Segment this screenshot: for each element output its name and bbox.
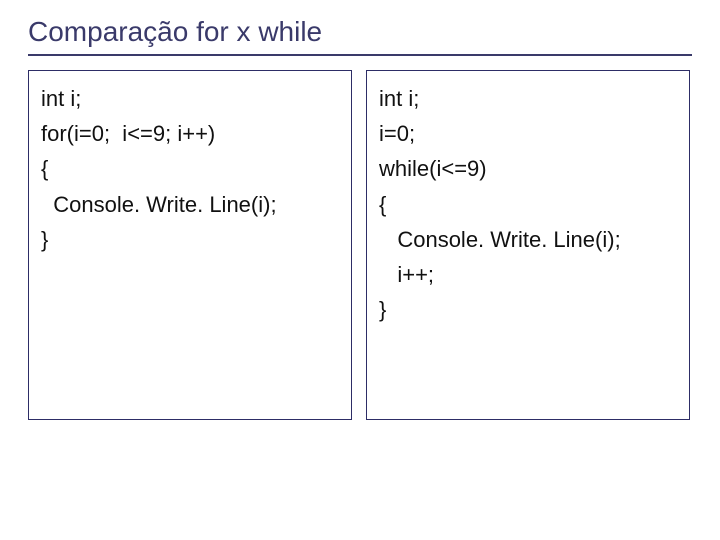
code-line: Console. Write. Line(i); [379,222,677,257]
slide-title: Comparação for x while [28,12,692,56]
code-line: i=0; [379,116,677,151]
slide: Comparação for x while int i; for(i=0; i… [0,0,720,540]
code-line: int i; [41,81,339,116]
columns: int i; for(i=0; i<=9; i++) { Console. Wr… [28,70,692,420]
code-line: } [41,222,339,257]
code-box-for: int i; for(i=0; i<=9; i++) { Console. Wr… [28,70,352,420]
code-box-while: int i; i=0; while(i<=9) { Console. Write… [366,70,690,420]
code-line: } [379,292,677,327]
code-line: for(i=0; i<=9; i++) [41,116,339,151]
code-line: i++; [379,257,677,292]
code-line: { [379,187,677,222]
code-line: Console. Write. Line(i); [41,187,339,222]
code-line: int i; [379,81,677,116]
code-line: while(i<=9) [379,151,677,186]
code-line: { [41,151,339,186]
